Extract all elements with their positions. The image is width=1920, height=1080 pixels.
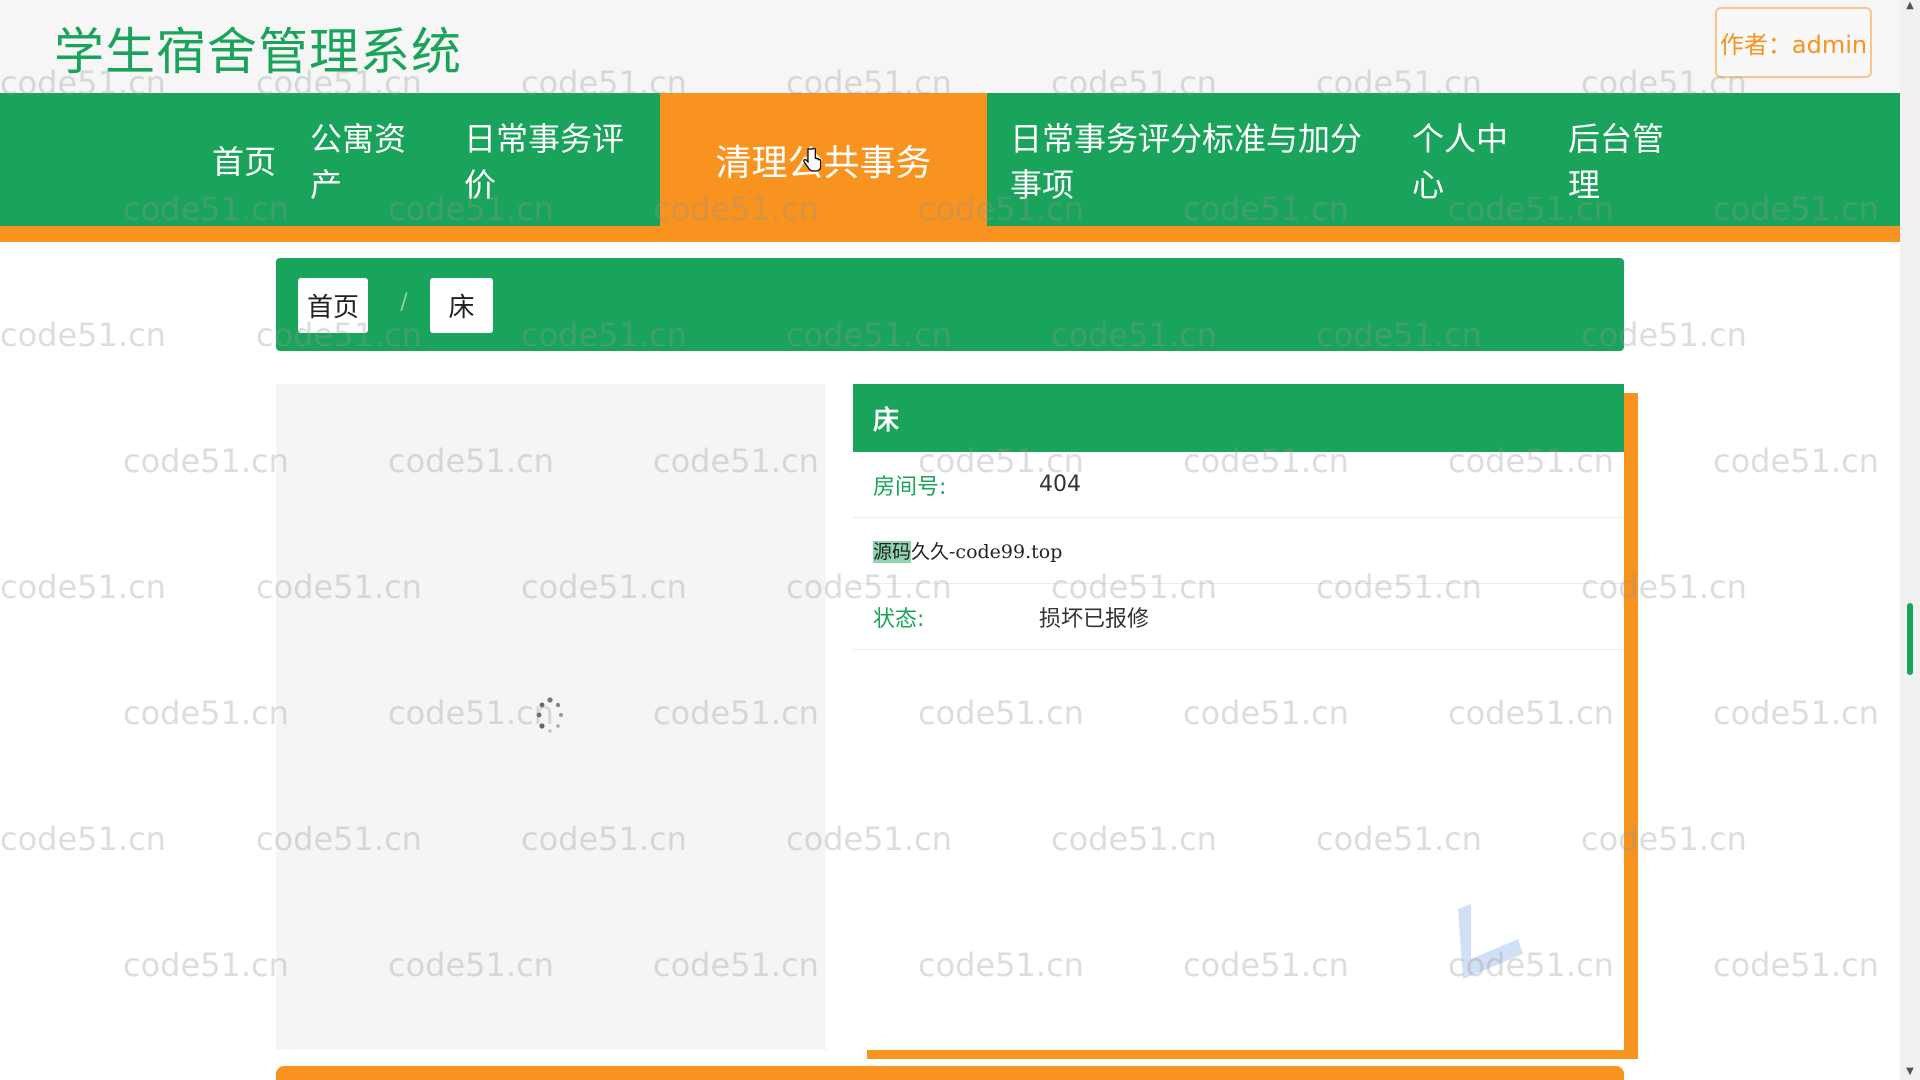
mouse-cursor-icon	[803, 148, 821, 172]
scrollbar-thumb[interactable]	[1907, 603, 1913, 675]
scroll-up-arrow-icon[interactable]: ▲	[1902, 0, 1918, 12]
room-label: 房间号:	[873, 474, 947, 500]
breadcrumb-home[interactable]: 首页	[298, 278, 368, 333]
overlay-watermark-text: 源码久久-code99.top	[873, 537, 1062, 564]
card-accent-right	[1624, 393, 1638, 1051]
overlay-rest: 久久-code99.top	[911, 541, 1063, 563]
nav-item-home[interactable]: 首页	[208, 93, 280, 226]
page-scrollbar[interactable]	[1900, 0, 1920, 1080]
nav-item-admin[interactable]: 后台管理	[1568, 93, 1690, 226]
watermark: code51.cn	[1713, 946, 1879, 984]
nav-item-personal-center[interactable]: 个人中心	[1412, 93, 1536, 226]
top-header: 学生宿舍管理系统	[0, 0, 1900, 93]
nav-item-clean-public-affairs[interactable]: 清理公共事务	[660, 93, 987, 226]
watermark: code51.cn	[0, 568, 166, 606]
watermark: code51.cn	[1713, 694, 1879, 732]
watermark: code51.cn	[0, 820, 166, 858]
detail-row-room: 房间号: 404	[853, 452, 1624, 518]
watermark: code51.cn	[123, 946, 289, 984]
status-value: 损坏已报修	[1039, 606, 1150, 632]
watermark: code51.cn	[123, 694, 289, 732]
site-title: 学生宿舍管理系统	[54, 23, 462, 81]
watermark: code51.cn	[1713, 442, 1879, 480]
faint-logo-icon	[1458, 904, 1523, 979]
nav-item-daily-affairs-evaluation[interactable]: 日常事务评价	[464, 93, 636, 226]
breadcrumb-separator: /	[400, 290, 408, 315]
author-badge[interactable]: 作者：admin	[1715, 7, 1872, 78]
scroll-down-arrow-icon[interactable]: ▼	[1902, 1066, 1918, 1078]
nav-item-scoring-standards[interactable]: 日常事务评分标准与加分事项	[1010, 93, 1380, 226]
loading-spinner-icon	[536, 697, 563, 733]
watermark: code51.cn	[123, 442, 289, 480]
footer-accent-bar	[276, 1066, 1624, 1080]
breadcrumb-current[interactable]: 床	[430, 278, 493, 333]
status-label: 状态:	[873, 606, 925, 632]
room-value: 404	[1039, 472, 1081, 497]
nav-item-apartment-assets[interactable]: 公寓资产	[310, 93, 432, 226]
watermark: code51.cn	[0, 316, 166, 354]
detail-card: 床 房间号: 404 源码久久-code99.top 状态: 损坏已报修	[853, 384, 1624, 1050]
detail-row-status: 状态: 损坏已报修	[853, 584, 1624, 650]
nav-accent-bar	[0, 226, 1900, 242]
overlay-highlight: 源码	[873, 541, 912, 563]
card-accent-bottom	[867, 1049, 1638, 1059]
detail-card-title: 床	[853, 384, 1624, 452]
breadcrumb: 首页 / 床	[276, 258, 1624, 351]
detail-row-overlay: 源码久久-code99.top	[853, 518, 1624, 584]
